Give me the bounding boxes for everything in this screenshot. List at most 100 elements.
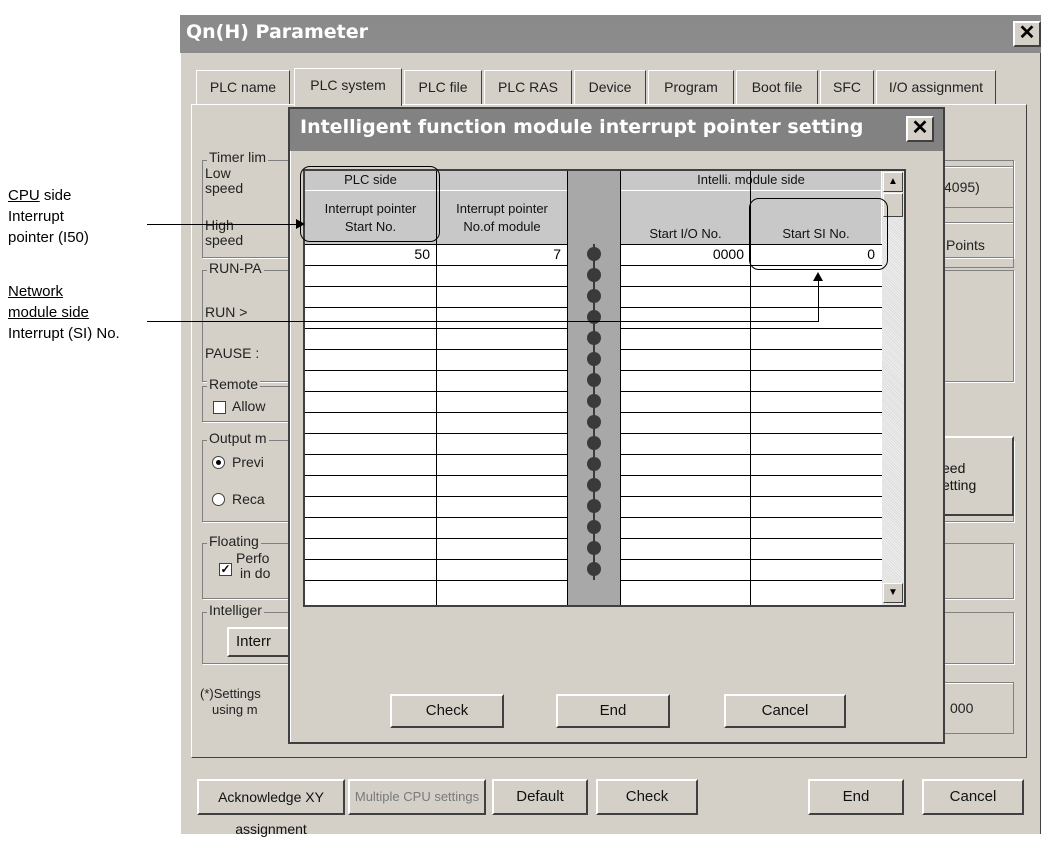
remote-group-label: Remote	[207, 376, 261, 392]
table-row-line	[621, 433, 882, 434]
tab-program[interactable]: Program	[648, 70, 734, 104]
dialog-end-button[interactable]: End	[556, 694, 670, 728]
floating-group-label: Floating	[207, 533, 261, 549]
runpause-group-label: RUN-PA	[207, 260, 264, 276]
table-row-line	[621, 307, 882, 308]
header-blank	[437, 171, 567, 190]
highlight-interrupt-pointer	[300, 166, 440, 242]
allow-checkbox[interactable]	[213, 401, 226, 414]
highlight-start-si	[749, 198, 888, 270]
connector-bar	[593, 496, 595, 517]
connector-bar	[593, 391, 595, 412]
table-row-line	[621, 286, 882, 287]
multiple-cpu-button[interactable]: Multiple CPU settings	[348, 779, 486, 815]
connector-bar	[593, 286, 595, 307]
low-speed-label: Low speed	[205, 165, 244, 196]
header-intelli-side: Intelli. module side	[621, 171, 881, 190]
cpu-pointer-line	[147, 224, 303, 225]
cell-no-of-module[interactable]: 7	[437, 245, 567, 264]
table-row-line	[621, 517, 882, 518]
cpu-pointer-arrowhead	[296, 219, 305, 229]
acknowledge-xy-button[interactable]: Acknowledge XY assignment	[197, 779, 345, 837]
annotation-network-line1: Network	[8, 283, 64, 300]
default-button[interactable]: Default	[492, 779, 588, 815]
settings-right-box: 000	[935, 682, 1014, 734]
connector-bar	[593, 328, 595, 349]
scroll-down-button[interactable]: ▼	[883, 583, 903, 603]
run-label: RUN >	[205, 304, 248, 320]
network-pointer-line	[147, 321, 818, 322]
scroll-up-button[interactable]: ▲	[883, 172, 903, 192]
timer-right-box: 4095)	[935, 166, 1014, 208]
network-pointer-arrowhead	[813, 272, 823, 281]
annotation-network-side: Network module side Interrupt (SI) No.	[8, 281, 120, 344]
allow-label: Allow	[232, 398, 266, 414]
table-row-line	[621, 475, 882, 476]
network-pointer-vertical	[818, 279, 819, 322]
table-row-line	[621, 454, 882, 455]
table-row-line	[621, 412, 882, 413]
tab-plc-name[interactable]: PLC name	[196, 70, 290, 104]
annotation-cpu-side: CPU side Interrupt pointer (I50)	[8, 185, 89, 248]
window-close-button[interactable]: ✕	[1013, 21, 1041, 47]
cancel-button[interactable]: Cancel	[922, 779, 1024, 815]
annotation-cpu-line3: pointer (I50)	[8, 229, 89, 246]
output-group-label: Output m	[207, 430, 269, 446]
connector-bar	[593, 265, 595, 286]
header-no-of-module: Interrupt pointer No.of module	[437, 191, 567, 244]
reca-radio[interactable]	[212, 493, 225, 506]
dialog-title: Intelligent function module interrupt po…	[300, 116, 864, 138]
high-speed-label: High speed	[205, 217, 244, 248]
connector-bar	[593, 307, 595, 328]
previ-label: Previ	[232, 454, 264, 470]
table-row-line	[621, 559, 882, 560]
dialog-cancel-button[interactable]: Cancel	[724, 694, 846, 728]
check-button[interactable]: Check	[596, 779, 698, 815]
table-column-line	[567, 171, 568, 605]
connector-bar	[593, 370, 595, 391]
annotation-cpu-line2: Interrupt	[8, 208, 64, 225]
intelligent-group-label: Intelliger	[207, 602, 264, 618]
tab-sfc[interactable]: SFC	[820, 70, 874, 104]
annotation-network-line3: Interrupt (SI) No.	[8, 325, 120, 342]
tab-plc-ras[interactable]: PLC RAS	[484, 70, 572, 104]
perfo-checkbox[interactable]: ✓	[219, 563, 232, 576]
tab-io-assignment[interactable]: I/O assignment	[876, 70, 996, 104]
connector-bar	[593, 244, 595, 265]
annotation-cpu-rest: side	[39, 187, 72, 204]
annotation-cpu-underlined: CPU	[8, 187, 40, 204]
connector-bar	[593, 454, 595, 475]
connector-bar	[593, 475, 595, 496]
connector-bar	[593, 559, 595, 580]
window-title: Qn(H) Parameter	[186, 21, 369, 43]
header-start-io: Start I/O No.	[621, 191, 750, 244]
table-row-line	[621, 391, 882, 392]
table-row-line	[621, 580, 882, 581]
connector-bar	[593, 433, 595, 454]
previ-radio[interactable]	[212, 456, 225, 469]
timer-group-label: Timer lim	[207, 149, 269, 165]
table-row-line	[621, 538, 882, 539]
end-button[interactable]: End	[808, 779, 904, 815]
table-row-line	[621, 349, 882, 350]
cell-start-no[interactable]: 50	[305, 245, 436, 264]
annotation-network-line2: module side	[8, 304, 89, 321]
dialog-close-button[interactable]: ✕	[906, 116, 934, 142]
table-column-line	[620, 171, 621, 605]
connector-bar	[593, 412, 595, 433]
tab-plc-file[interactable]: PLC file	[404, 70, 482, 104]
settings-note: (*)Settings using m	[200, 686, 261, 717]
points-box: Points	[935, 222, 1014, 268]
tab-plc-system[interactable]: PLC system	[294, 68, 402, 106]
pause-label: PAUSE :	[205, 345, 260, 361]
reca-label: Reca	[232, 491, 265, 507]
interrupt-pointer-button[interactable]: Interr	[227, 627, 297, 657]
connector-bar	[593, 517, 595, 538]
connector-bar	[593, 349, 595, 370]
tab-boot-file[interactable]: Boot file	[736, 70, 818, 104]
table-row-line	[621, 328, 882, 329]
dialog-check-button[interactable]: Check	[390, 694, 504, 728]
cell-start-io[interactable]: 0000	[621, 245, 750, 264]
tab-device[interactable]: Device	[574, 70, 646, 104]
perfo-label: Perfo in do	[236, 550, 271, 581]
